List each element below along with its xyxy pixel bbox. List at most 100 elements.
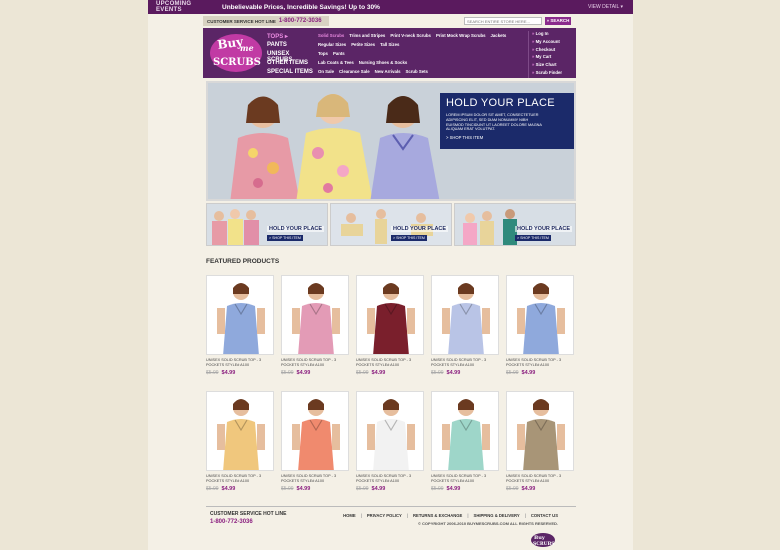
product-image[interactable] <box>356 275 424 355</box>
logo-word-me: me <box>240 43 254 53</box>
sale-price: $4.99 <box>296 370 311 377</box>
login-link[interactable]: Log In <box>532 31 573 39</box>
nav-category-special[interactable]: SPECIAL ITEMS <box>267 69 315 78</box>
product-image[interactable] <box>506 391 574 471</box>
hero-shop-link[interactable]: > SHOP THIS ITEM <box>446 135 570 140</box>
product-card[interactable]: UNISEX SOLID SCRUB TOP - 3 POCKETS STYLE… <box>356 275 424 381</box>
product-price: $5.99 $4.99 <box>431 486 499 492</box>
product-price: $5.99 $4.99 <box>506 486 574 492</box>
promo-thumbnail[interactable]: HOLD YOUR PLACE > SHOP THIS ITEM <box>206 203 328 246</box>
checkout-link[interactable]: Checkout <box>532 47 573 55</box>
footer-logo-word-buy: Buy <box>534 535 546 541</box>
product-name[interactable]: UNISEX SOLID SCRUB TOP - 3 POCKETS STYLE… <box>431 358 499 367</box>
subnav-print-mock-wrap[interactable]: Print Mock Wrap Scrubs <box>436 33 486 42</box>
product-grid: UNISEX SOLID SCRUB TOP - 3 POCKETS STYLE… <box>206 275 576 497</box>
thumbnail-shop-link[interactable]: > SHOP THIS ITEM <box>267 235 303 241</box>
buymescrubs-logo[interactable]: Buy me SCRUBS <box>208 31 264 75</box>
thumbnail-shop-link[interactable]: > SHOP THIS ITEM <box>391 235 427 241</box>
sale-price: $4.99 <box>446 486 461 493</box>
thumbnail-shop-link[interactable]: > SHOP THIS ITEM <box>515 235 551 241</box>
promo-thumbnail[interactable]: HOLD YOUR PLACE > SHOP THIS ITEM <box>454 203 576 246</box>
nav-category-pants[interactable]: PANTS <box>267 42 315 51</box>
product-image[interactable] <box>431 391 499 471</box>
product-name[interactable]: UNISEX SOLID SCRUB TOP - 3 POCKETS STYLE… <box>281 358 349 367</box>
footer-logo[interactable]: Buy SCRUBS <box>530 532 556 548</box>
product-name[interactable]: UNISEX SOLID SCRUB TOP - 3 POCKETS STYLE… <box>431 474 499 483</box>
original-price: $5.99 <box>431 370 444 377</box>
original-price: $5.99 <box>206 486 219 493</box>
product-card[interactable]: UNISEX SOLID SCRUB TOP - 3 POCKETS STYLE… <box>281 275 349 381</box>
promo-thumbnail[interactable]: HOLD YOUR PLACE > SHOP THIS ITEM <box>330 203 452 246</box>
subnav-on-sale[interactable]: On Sale <box>318 69 334 78</box>
product-image[interactable] <box>206 275 274 355</box>
product-name[interactable]: UNISEX SOLID SCRUB TOP - 3 POCKETS STYLE… <box>281 474 349 483</box>
subnav-tops[interactable]: Tops <box>318 51 328 60</box>
scrub-finder-link[interactable]: Scrub Finder <box>532 70 573 78</box>
account-links: Log In My Account Checkout My Cart Size … <box>528 31 573 78</box>
subnav-pants[interactable]: Pants <box>333 51 345 60</box>
product-card[interactable]: UNISEX SOLID SCRUB TOP - 3 POCKETS STYLE… <box>356 391 424 497</box>
product-card[interactable]: UNISEX SOLID SCRUB TOP - 3 POCKETS STYLE… <box>206 275 274 381</box>
promo-thumbnail-row: HOLD YOUR PLACE > SHOP THIS ITEM HOLD YO… <box>206 203 576 246</box>
subnav-nursing-shoes[interactable]: Nursing Shoes & Socks <box>359 60 407 69</box>
hero-banner[interactable]: HOLD YOUR PLACE LOREM IPSUM DOLOR SIT AM… <box>206 81 576 201</box>
original-price: $5.99 <box>281 370 294 377</box>
featured-products-heading: FEATURED PRODUCTS <box>206 258 280 265</box>
footer-link-shipping[interactable]: SHIPPING & DELIVERY <box>474 513 520 518</box>
product-card[interactable]: UNISEX SOLID SCRUB TOP - 3 POCKETS STYLE… <box>506 391 574 497</box>
product-name[interactable]: UNISEX SOLID SCRUB TOP - 3 POCKETS STYLE… <box>206 358 274 367</box>
product-name[interactable]: UNISEX SOLID SCRUB TOP - 3 POCKETS STYLE… <box>206 474 274 483</box>
footer-link-contact[interactable]: CONTACT US <box>531 513 558 518</box>
nav-category-tops[interactable]: TOPS ▸ <box>267 33 315 42</box>
product-image[interactable] <box>206 391 274 471</box>
nav-category-unisex[interactable]: UNISEX SCRUBS <box>267 51 315 63</box>
subnav-lab-coats[interactable]: Lab Coats & Tees <box>318 60 354 69</box>
search-button[interactable]: » SEARCH <box>545 17 571 25</box>
my-cart-link[interactable]: My Cart <box>532 54 573 62</box>
product-card[interactable]: UNISEX SOLID SCRUB TOP - 3 POCKETS STYLE… <box>431 391 499 497</box>
subnav-jackets[interactable]: Jackets <box>491 33 507 42</box>
my-account-link[interactable]: My Account <box>532 39 573 47</box>
footer-link-separator: | <box>360 513 362 518</box>
nav-category-other[interactable]: OTHER ITEMS <box>267 60 315 69</box>
product-card[interactable]: UNISEX SOLID SCRUB TOP - 3 POCKETS STYLE… <box>431 275 499 381</box>
thumbnail-caption: HOLD YOUR PLACE <box>515 226 573 232</box>
product-image[interactable] <box>281 391 349 471</box>
product-image[interactable] <box>431 275 499 355</box>
subnav-print-vneck[interactable]: Print V-neck Scrubs <box>390 33 431 42</box>
hotline-label: CUSTOMER SERVICE HOT LINE <box>207 18 276 24</box>
product-price: $5.99 $4.99 <box>356 370 424 376</box>
upcoming-events-label[interactable]: UPCOMING EVENTS <box>148 1 218 13</box>
sale-price: $4.99 <box>371 486 386 493</box>
product-card[interactable]: UNISEX SOLID SCRUB TOP - 3 POCKETS STYLE… <box>506 275 574 381</box>
product-name[interactable]: UNISEX SOLID SCRUB TOP - 3 POCKETS STYLE… <box>356 474 424 483</box>
footer-link-returns[interactable]: RETURNS & EXCHANGE <box>413 513 462 518</box>
product-image[interactable] <box>356 391 424 471</box>
subnav-new-arrivals[interactable]: New Arrivals <box>375 69 401 78</box>
product-name[interactable]: UNISEX SOLID SCRUB TOP - 3 POCKETS STYLE… <box>506 474 574 483</box>
footer-link-home[interactable]: HOME <box>343 513 356 518</box>
footer-links: HOME | PRIVACY POLICY | RETURNS & EXCHANGE… <box>343 513 558 518</box>
subnav-solid-scrubs[interactable]: Solid Scrubs <box>318 33 344 42</box>
subnav-petite-sizes[interactable]: Petite Sizes <box>351 42 375 51</box>
view-detail-link[interactable]: VIEW DETAIL ▾ <box>588 4 633 10</box>
search-input[interactable] <box>464 17 542 25</box>
product-image[interactable] <box>281 275 349 355</box>
product-name[interactable]: UNISEX SOLID SCRUB TOP - 3 POCKETS STYLE… <box>506 358 574 367</box>
hero-title: HOLD YOUR PLACE <box>446 97 555 109</box>
sale-price: $4.99 <box>371 370 386 377</box>
subnav-tall-sizes[interactable]: Tall Sizes <box>380 42 399 51</box>
subnav-regular-sizes[interactable]: Regular Sizes <box>318 42 346 51</box>
original-price: $5.99 <box>356 370 369 377</box>
copyright-text: © COPYRIGHT 2006-2010 BUYMESCRUBS.COM AL… <box>417 521 558 526</box>
size-chart-link[interactable]: Size Chart <box>532 62 573 70</box>
product-card[interactable]: UNISEX SOLID SCRUB TOP - 3 POCKETS STYLE… <box>281 391 349 497</box>
product-card[interactable]: UNISEX SOLID SCRUB TOP - 3 POCKETS STYLE… <box>206 391 274 497</box>
product-image[interactable] <box>506 275 574 355</box>
subnav-clearance[interactable]: Clearance Sale <box>339 69 370 78</box>
subnav-scrub-sets[interactable]: Scrub Sets <box>405 69 427 78</box>
product-name[interactable]: UNISEX SOLID SCRUB TOP - 3 POCKETS STYLE… <box>356 358 424 367</box>
category-list: TOPS ▸ PANTS UNISEX SCRUBS OTHER ITEMS S… <box>267 33 315 78</box>
footer-link-privacy[interactable]: PRIVACY POLICY <box>367 513 402 518</box>
subnav-trims-stripes[interactable]: Trims and Stripes <box>349 33 385 42</box>
